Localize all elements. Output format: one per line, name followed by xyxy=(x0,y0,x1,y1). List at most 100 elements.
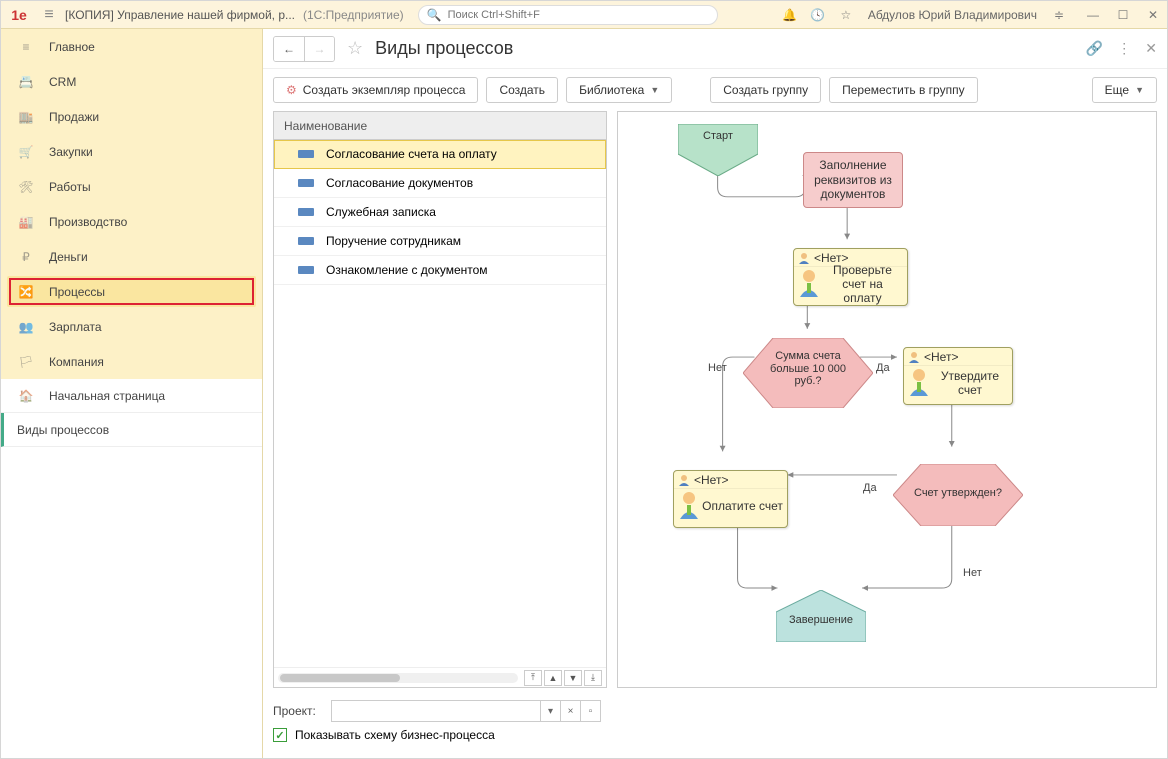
process-type-icon xyxy=(298,237,314,245)
sales-icon: 🏬 xyxy=(17,108,35,126)
favorite-star-icon[interactable]: ☆ xyxy=(347,38,363,59)
sum-decision-label: Сумма счета больше 10 000 руб.? xyxy=(758,350,858,388)
create-button[interactable]: Создать xyxy=(486,77,558,103)
process-type-icon xyxy=(298,179,314,187)
approve-task[interactable]: <Нет> Утвердите счет xyxy=(903,347,1013,405)
sidebar-item-purchase[interactable]: 🛒Закупки xyxy=(1,134,262,169)
more-actions-dropdown[interactable]: Еще▼ xyxy=(1092,77,1157,103)
sidebar-item-money[interactable]: ₽Деньги xyxy=(1,239,262,274)
link-process-types[interactable]: Виды процессов xyxy=(1,413,262,447)
create-group-button[interactable]: Создать группу xyxy=(710,77,821,103)
library-dropdown[interactable]: Библиотека▼ xyxy=(566,77,672,103)
project-input[interactable] xyxy=(332,701,540,721)
finish-label: Завершение xyxy=(776,614,866,626)
show-schema-checkbox[interactable]: ✓ xyxy=(273,728,287,742)
user-icon xyxy=(678,474,690,486)
process-list: Наименование Согласование счета на оплат… xyxy=(273,111,607,688)
clear-button[interactable]: × xyxy=(560,701,580,721)
edge-label-yes: Да xyxy=(863,482,877,494)
link-start-page[interactable]: 🏠Начальная страница xyxy=(1,379,262,413)
page-title: Виды процессов xyxy=(375,38,513,59)
scroll-top-button[interactable]: ⤒ xyxy=(524,670,542,686)
list-row[interactable]: Служебная записка xyxy=(274,198,606,227)
toolbar: ⚙ Создать экземпляр процесса Создать Биб… xyxy=(263,69,1167,111)
sidebar: ≡Главное 📇CRM 🏬Продажи 🛒Закупки 🛠Работы … xyxy=(1,29,263,758)
search-input[interactable] xyxy=(448,9,709,21)
sidebar-item-crm[interactable]: 📇CRM xyxy=(1,64,262,99)
approved-decision-label: Счет утвержден? xyxy=(906,487,1010,499)
scroll-down-button[interactable]: ▼ xyxy=(564,670,582,686)
user-icon xyxy=(908,351,920,363)
history-icon[interactable]: 🕓 xyxy=(808,5,828,25)
horizontal-scrollbar[interactable] xyxy=(278,673,518,683)
company-icon: 🏳 xyxy=(17,353,35,371)
edge-label-no: Нет xyxy=(708,362,727,374)
bottom-form: Проект: ▾ × ▫ ✓ Показывать схему бизнес-… xyxy=(263,694,1167,758)
close-button[interactable]: ✕ xyxy=(1143,8,1163,22)
scroll-bottom-button[interactable]: ⤓ xyxy=(584,670,602,686)
settings-filter-icon[interactable]: ≑ xyxy=(1049,5,1069,25)
project-label: Проект: xyxy=(273,704,323,718)
fill-requisites-node[interactable]: Заполнение реквизитов из документов xyxy=(803,152,903,208)
crm-icon: 📇 xyxy=(17,73,35,91)
chevron-down-icon: ▼ xyxy=(650,85,659,95)
list-row[interactable]: Поручение сотрудникам xyxy=(274,227,606,256)
show-schema-label: Показывать схему бизнес-процесса xyxy=(295,728,495,742)
pay-task[interactable]: <Нет> Оплатите счет xyxy=(673,470,788,528)
global-search[interactable]: 🔍 xyxy=(418,5,718,25)
purchase-icon: 🛒 xyxy=(17,143,35,161)
list-row[interactable]: Согласование счета на оплату xyxy=(274,140,606,169)
create-instance-button[interactable]: ⚙ Создать экземпляр процесса xyxy=(273,77,478,103)
sidebar-item-sales[interactable]: 🏬Продажи xyxy=(1,99,262,134)
user-icon xyxy=(798,252,810,264)
performer-icon xyxy=(908,368,930,396)
bell-icon[interactable]: 🔔 xyxy=(780,5,800,25)
burger-menu-icon[interactable]: ≡ xyxy=(39,5,59,25)
edge-label-no: Нет xyxy=(963,567,982,579)
back-button[interactable]: ← xyxy=(274,37,304,61)
sidebar-item-salary[interactable]: 👥Зарплата xyxy=(1,309,262,344)
scroll-up-button[interactable]: ▲ xyxy=(544,670,562,686)
minimize-button[interactable]: — xyxy=(1083,8,1103,22)
dropdown-toggle[interactable]: ▾ xyxy=(540,701,560,721)
current-user[interactable]: Абдулов Юрий Владимирович xyxy=(868,8,1037,22)
star-icon[interactable]: ☆ xyxy=(836,5,856,25)
sidebar-item-main[interactable]: ≡Главное xyxy=(1,29,262,64)
open-button[interactable]: ▫ xyxy=(580,701,600,721)
process-type-icon xyxy=(298,208,314,216)
chevron-down-icon: ▼ xyxy=(1135,85,1144,95)
start-label: Старт xyxy=(678,130,758,142)
performer-icon xyxy=(678,491,700,519)
diagram-pane[interactable]: Старт Заполнение реквизитов из документо… xyxy=(617,111,1157,688)
list-row[interactable]: Согласование документов xyxy=(274,169,606,198)
move-to-group-button[interactable]: Переместить в группу xyxy=(829,77,977,103)
home-icon: 🏠 xyxy=(17,387,35,405)
production-icon: 🏭 xyxy=(17,213,35,231)
kebab-menu-icon[interactable]: ⋮ xyxy=(1117,40,1131,57)
menu-icon: ≡ xyxy=(17,38,35,56)
nav-section: ≡Главное 📇CRM 🏬Продажи 🛒Закупки 🛠Работы … xyxy=(1,29,262,379)
works-icon: 🛠 xyxy=(17,178,35,196)
open-windows: 🏠Начальная страница Виды процессов xyxy=(1,379,262,447)
money-icon: ₽ xyxy=(17,248,35,266)
maximize-button[interactable]: ☐ xyxy=(1113,8,1133,22)
salary-icon: 👥 xyxy=(17,318,35,336)
list-row[interactable]: Ознакомление с документом xyxy=(274,256,606,285)
search-icon: 🔍 xyxy=(427,8,442,22)
project-combobox[interactable]: ▾ × ▫ xyxy=(331,700,601,722)
list-body: Согласование счета на оплату Согласовани… xyxy=(274,140,606,667)
list-header[interactable]: Наименование xyxy=(274,112,606,140)
sidebar-item-processes[interactable]: 🔀Процессы xyxy=(7,276,256,307)
check-invoice-task[interactable]: <Нет> Проверьте счет на оплату xyxy=(793,248,908,306)
link-icon[interactable]: 🔗 xyxy=(1086,40,1103,57)
close-page-icon[interactable]: ✕ xyxy=(1145,40,1157,57)
sidebar-item-company[interactable]: 🏳Компания xyxy=(1,344,262,379)
sidebar-item-production[interactable]: 🏭Производство xyxy=(1,204,262,239)
list-footer: ⤒ ▲ ▼ ⤓ xyxy=(274,667,606,687)
sidebar-item-works[interactable]: 🛠Работы xyxy=(1,169,262,204)
run-icon: ⚙ xyxy=(286,83,297,97)
main: ← → ☆ Виды процессов 🔗 ⋮ ✕ ⚙ Создать экз… xyxy=(263,29,1167,758)
window-subtitle: (1С:Предприятие) xyxy=(303,8,404,22)
processes-icon: 🔀 xyxy=(17,283,35,301)
window-title: [КОПИЯ] Управление нашей фирмой, р... xyxy=(65,8,295,22)
